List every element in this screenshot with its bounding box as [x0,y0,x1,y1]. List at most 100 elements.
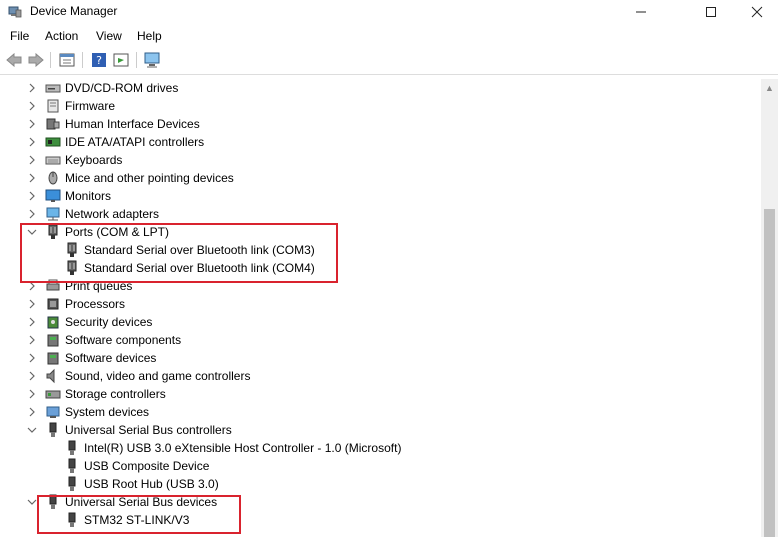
tree-device[interactable]: Intel(R) USB 3.0 eXtensible Host Control… [0,439,761,457]
chevron-right-icon[interactable] [27,83,37,93]
tree-item-label: Keyboards [65,153,123,167]
security-device-icon [47,316,59,329]
minimize-button[interactable] [618,0,664,24]
maximize-icon [706,7,716,17]
properties-icon [59,53,75,67]
chevron-right-icon[interactable] [27,191,37,201]
tree-item-label: Software devices [65,351,157,365]
hid-icon [46,118,60,130]
menu-action[interactable]: Action [45,29,78,43]
device-tree: DVD/CD-ROM drives Firmware Human Interface… [0,79,761,537]
maximize-button[interactable] [688,0,734,24]
tree-category[interactable]: Universal Serial Bus controllers [0,421,761,439]
minimize-icon [636,11,646,13]
tree-item-label: DVD/CD-ROM drives [65,81,179,95]
chevron-right-icon[interactable] [27,389,37,399]
chevron-right-icon[interactable] [27,119,37,129]
menu-help[interactable]: Help [137,29,162,43]
tree-item-label: Sound, video and game controllers [65,369,251,383]
software-device-icon [47,352,59,365]
tree-item-label: Human Interface Devices [65,117,200,131]
ide-controller-icon [45,137,61,147]
chevron-down-icon[interactable] [27,497,37,507]
storage-controller-icon [45,390,61,399]
tree-item-label: Intel(R) USB 3.0 eXtensible Host Control… [84,441,402,455]
tree-item-label: Mice and other pointing devices [65,171,234,185]
chevron-right-icon[interactable] [27,137,37,147]
chevron-right-icon[interactable] [27,173,37,183]
highlight-box-ports [20,223,338,283]
chevron-down-icon[interactable] [27,425,37,435]
help-button[interactable]: ? [90,51,108,69]
chevron-right-icon[interactable] [27,335,37,345]
tree-category[interactable]: Storage controllers [0,385,761,403]
tree-category[interactable]: Processors [0,295,761,313]
usb-icon [68,458,76,473]
tree-category[interactable]: IDE ATA/ATAPI controllers [0,133,761,151]
speaker-icon [46,368,55,384]
tree-category[interactable]: Keyboards [0,151,761,169]
usb-icon [68,476,76,491]
chevron-right-icon[interactable] [27,317,37,327]
tree-item-label: System devices [65,405,150,419]
toolbar-separator [136,52,137,68]
device-manager-icon [8,6,22,18]
chevron-right-icon[interactable] [27,209,37,219]
chevron-right-icon[interactable] [27,155,37,165]
firmware-icon [47,99,59,113]
toolbar: ? [0,48,778,75]
toolbar-separator [82,52,83,68]
chevron-right-icon[interactable] [27,101,37,111]
help-icon: ? [92,53,106,67]
tree-category[interactable]: Security devices [0,313,761,331]
tree-category[interactable]: DVD/CD-ROM drives [0,79,761,97]
tree-category[interactable]: Sound, video and game controllers [0,367,761,385]
tree-category[interactable]: Network adapters [0,205,761,223]
scan-hardware-button[interactable] [144,51,162,69]
tree-item-label: USB Composite Device [84,459,210,473]
toolbar-separator [50,52,51,68]
tree-device[interactable]: USB Composite Device [0,457,761,475]
usb-icon [49,422,57,437]
chevron-right-icon[interactable] [27,299,37,309]
tree-item-label: USB Root Hub (USB 3.0) [84,477,219,491]
tree-item-label: Software components [65,333,182,347]
tree-category[interactable]: Mice and other pointing devices [0,169,761,187]
back-arrow-icon [6,53,22,67]
svg-text:?: ? [96,54,102,67]
tree-item-label: Network adapters [65,207,160,221]
chevron-right-icon[interactable] [27,353,37,363]
tree-category[interactable]: Monitors [0,187,761,205]
close-icon [751,6,763,18]
tree-item-label: Universal Serial Bus controllers [65,423,232,437]
chevron-right-icon[interactable] [27,371,37,381]
tree-item-label: Storage controllers [65,387,166,401]
update-driver-button[interactable] [112,51,130,69]
tree-category[interactable]: Software components [0,331,761,349]
properties-button[interactable] [58,51,76,69]
scroll-up-icon[interactable]: ▲ [765,83,774,93]
chevron-right-icon[interactable] [27,407,37,417]
tree-category[interactable]: Human Interface Devices [0,115,761,133]
window-title: Device Manager [30,4,118,18]
vertical-scrollbar[interactable]: ▲ [761,79,778,537]
forward-button[interactable] [27,51,45,69]
tree-category[interactable]: System devices [0,403,761,421]
tree-category[interactable]: Software devices [0,349,761,367]
back-button[interactable] [5,51,23,69]
scrollbar-thumb[interactable] [764,209,775,537]
network-adapter-icon [46,207,60,221]
dvd-drive-icon [45,84,61,93]
tree-item-label: Monitors [65,189,112,203]
mouse-icon [48,171,58,185]
close-button[interactable] [734,0,778,24]
monitor-icon [45,189,61,202]
tree-item-label: Firmware [65,99,115,113]
system-device-icon [46,406,60,418]
menu-view[interactable]: View [96,29,122,43]
tree-device[interactable]: USB Root Hub (USB 3.0) [0,475,761,493]
menu-file[interactable]: File [10,29,29,43]
tree-category[interactable]: Firmware [0,97,761,115]
forward-arrow-icon [28,53,44,67]
monitor-scan-icon [144,52,160,68]
